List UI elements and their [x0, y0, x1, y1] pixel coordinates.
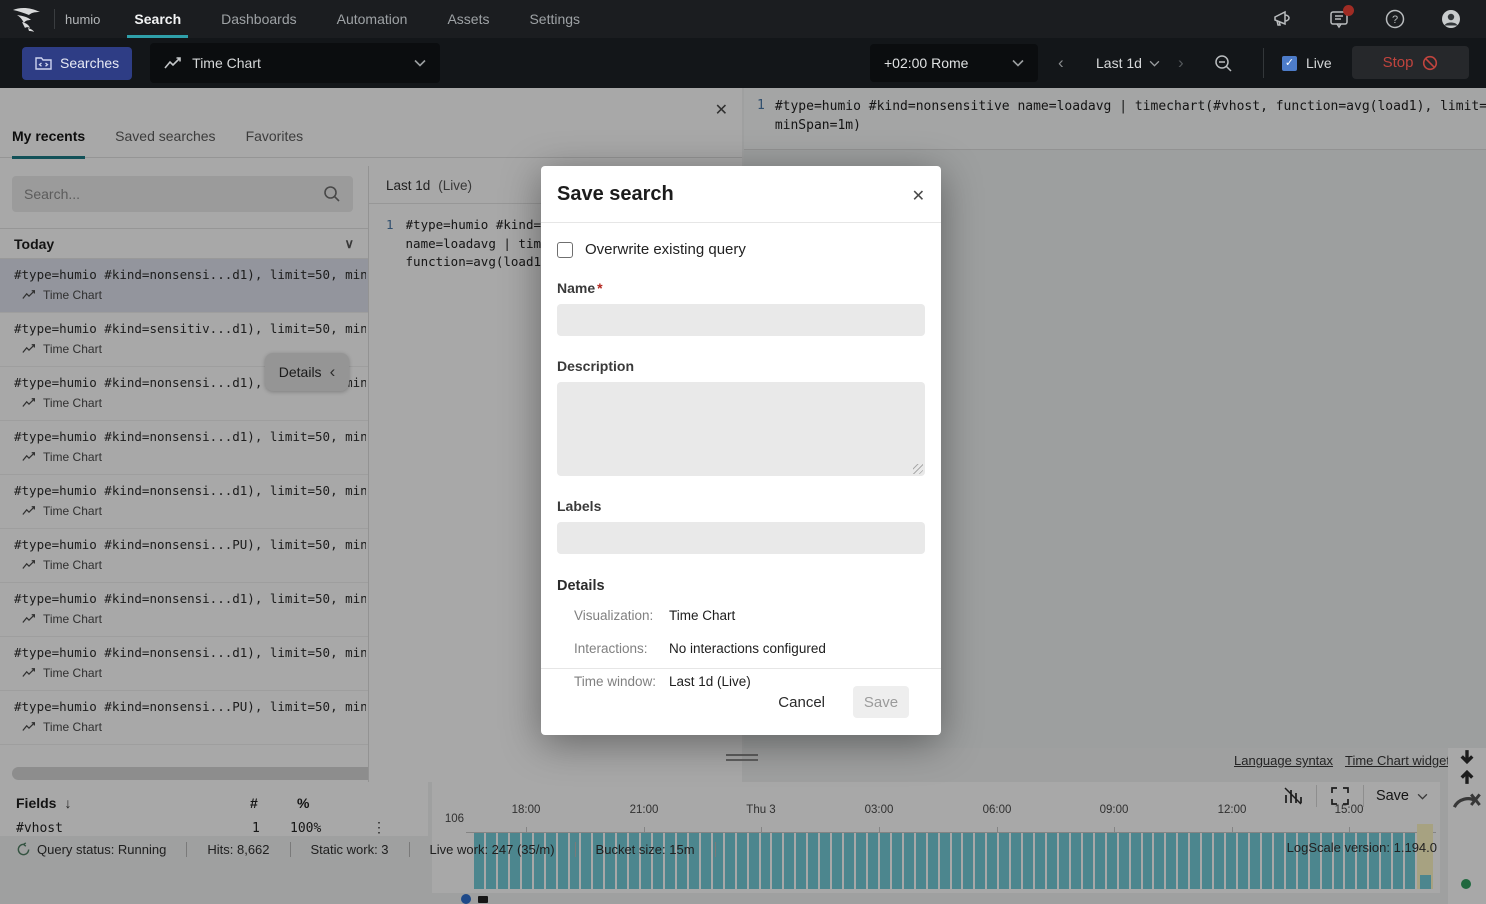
divider	[54, 9, 55, 29]
overwrite-checkbox[interactable]	[557, 242, 573, 258]
stop-label: Stop	[1383, 54, 1414, 71]
description-field[interactable]	[557, 382, 925, 476]
divider	[1263, 48, 1264, 78]
app-window: humio Search Dashboards Automation Asset…	[0, 0, 1486, 904]
notification-badge	[1343, 5, 1354, 16]
detail-value: Time Chart	[669, 608, 735, 623]
name-field[interactable]	[557, 304, 925, 336]
zoom-out-icon[interactable]	[1214, 38, 1233, 88]
announcements-icon[interactable]	[1272, 8, 1294, 30]
save-button[interactable]: Save	[853, 686, 909, 718]
prohibited-icon	[1422, 55, 1438, 71]
help-icon[interactable]: ?	[1384, 8, 1406, 30]
saved-queries-icon	[35, 56, 52, 71]
overwrite-checkbox-row[interactable]: Overwrite existing query	[557, 241, 925, 258]
detail-row: Visualization:Time Chart	[557, 608, 925, 623]
details-section-title: Details	[557, 578, 925, 594]
time-window-label: Last 1d	[1096, 55, 1142, 71]
brand-label: humio	[65, 12, 100, 27]
name-label: Name*	[557, 280, 925, 296]
chevron-down-icon	[1149, 60, 1160, 67]
searches-label: Searches	[60, 55, 119, 71]
chevron-down-icon	[414, 59, 426, 67]
account-icon[interactable]	[1440, 8, 1462, 30]
time-window-selector[interactable]: Last 1d	[1096, 38, 1160, 88]
live-checkbox[interactable]: ✓	[1282, 56, 1297, 71]
detail-row: Interactions:No interactions configured	[557, 641, 925, 656]
notifications-icon[interactable]	[1328, 8, 1350, 30]
live-label: Live	[1306, 55, 1332, 71]
live-toggle[interactable]: ✓ Live	[1282, 38, 1332, 88]
search-toolbar: Searches Time Chart +02:00 Rome ‹ Last 1…	[0, 38, 1486, 88]
time-window-back-button[interactable]: ‹	[1058, 38, 1064, 88]
cancel-button[interactable]: Cancel	[778, 694, 825, 711]
required-asterisk: *	[597, 280, 602, 296]
resize-grip[interactable]	[913, 464, 923, 474]
detail-label: Visualization:	[574, 608, 669, 623]
nav-item-automation[interactable]: Automation	[330, 0, 415, 38]
nav-item-search[interactable]: Search	[127, 0, 188, 38]
chevron-down-icon	[1012, 59, 1024, 67]
top-nav: humio Search Dashboards Automation Asset…	[0, 0, 1486, 38]
view-selector-label: Time Chart	[192, 55, 261, 71]
description-label: Description	[557, 358, 925, 374]
labels-field[interactable]	[557, 522, 925, 554]
detail-label: Interactions:	[574, 641, 669, 656]
crowdstrike-falcon-logo	[10, 4, 44, 34]
nav-item-assets[interactable]: Assets	[440, 0, 496, 38]
close-icon[interactable]: ✕	[912, 186, 925, 206]
timezone-selector[interactable]: +02:00 Rome	[870, 44, 1038, 82]
main-nav-items: Search Dashboards Automation Assets Sett…	[114, 0, 600, 38]
timezone-label: +02:00 Rome	[884, 55, 968, 71]
detail-value: No interactions configured	[669, 641, 826, 656]
save-search-dialog: Save search ✕ Overwrite existing query N…	[541, 166, 941, 735]
visualization-selector[interactable]: Time Chart	[150, 43, 440, 83]
nav-item-settings[interactable]: Settings	[522, 0, 587, 38]
labels-label: Labels	[557, 498, 925, 514]
nav-item-dashboards[interactable]: Dashboards	[214, 0, 304, 38]
stop-button[interactable]: Stop	[1352, 46, 1469, 79]
dialog-title: Save search	[557, 183, 674, 206]
svg-text:?: ?	[1392, 14, 1398, 26]
overwrite-label: Overwrite existing query	[585, 241, 746, 258]
searches-button[interactable]: Searches	[22, 47, 132, 80]
time-window-forward-button[interactable]: ›	[1178, 38, 1184, 88]
line-chart-icon	[164, 57, 182, 70]
